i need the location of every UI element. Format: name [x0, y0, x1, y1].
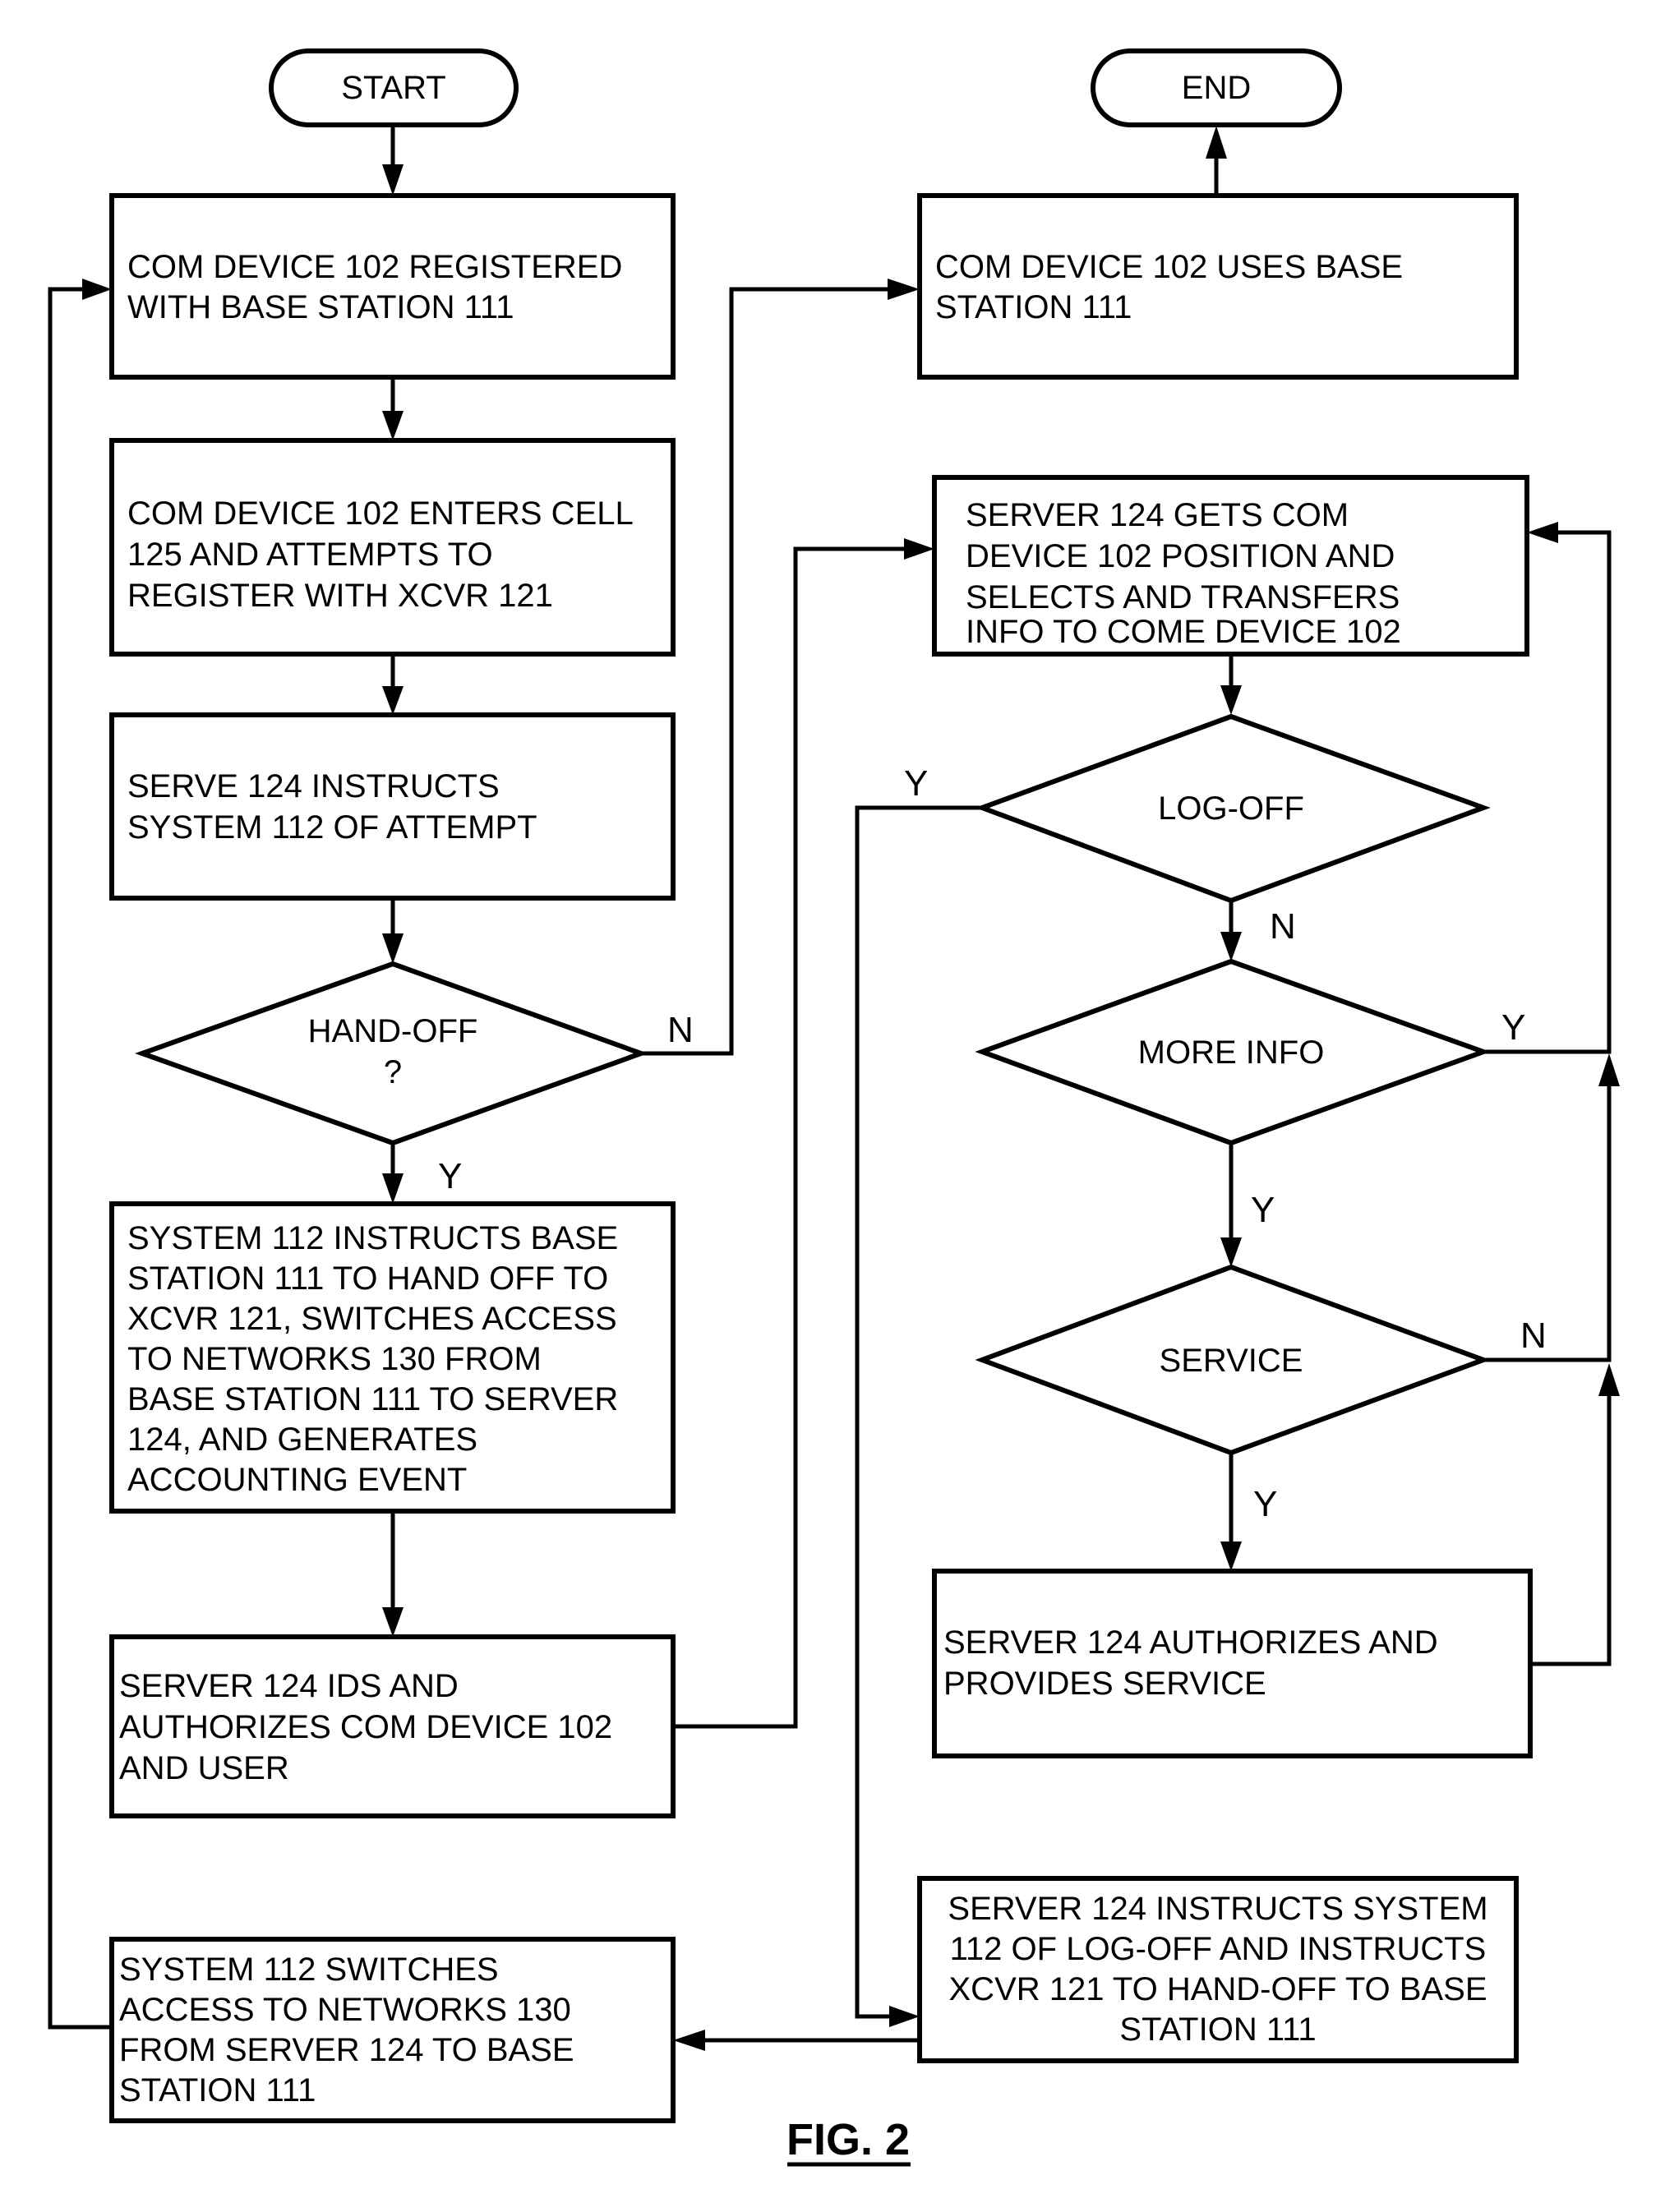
- step-server-gets-position: SERVER 124 GETS COM DEVICE 102 POSITION …: [932, 475, 1529, 657]
- decision-text: SERVICE: [1160, 1343, 1303, 1379]
- step-serve-instructs: SERVE 124 INSTRUCTS SYSTEM 112 OF ATTEMP…: [109, 712, 676, 901]
- step-text-line: COM DEVICE 102 USES BASE: [935, 249, 1403, 285]
- step-text-line: FROM SERVER 124 TO BASE: [119, 2032, 574, 2068]
- label-logoff-yes: Y: [904, 763, 928, 804]
- arrowhead: [382, 1173, 404, 1204]
- flowchart: START END COM DEVICE 102 REGISTERED WITH…: [48, 48, 1620, 2167]
- arrowhead: [382, 933, 404, 964]
- decision-more-info: MORE INFO: [975, 958, 1491, 1146]
- step-text-line: 125 AND ATTEMPTS TO: [127, 537, 493, 573]
- step-text-line: STATION 111 TO HAND OFF TO: [127, 1260, 608, 1297]
- step-text-line: SYSTEM 112 INSTRUCTS BASE: [127, 1220, 618, 1256]
- step-text-line: ACCOUNTING EVENT: [127, 1462, 467, 1498]
- step-text-line: 112 OF LOG-OFF AND INSTRUCTS: [950, 1931, 1487, 1967]
- step-server-authorizes: SERVER 124 AUTHORIZES AND PROVIDES SERVI…: [932, 1569, 1533, 1758]
- step-text-line: PROVIDES SERVICE: [943, 1666, 1266, 1702]
- step-text-line: TO NETWORKS 130 FROM: [127, 1341, 542, 1377]
- step-text-line: STATION 111: [119, 2072, 316, 2108]
- decision-hand-off: HAND-OFF ?: [135, 961, 648, 1146]
- arrowhead: [382, 411, 404, 440]
- arrowhead: [888, 279, 920, 300]
- terminal-start: START: [269, 48, 519, 127]
- arrowhead: [382, 686, 404, 715]
- terminal-end: END: [1091, 48, 1342, 127]
- step-text-line: BASE STATION 111 TO SERVER: [127, 1381, 618, 1417]
- arrowhead: [382, 1607, 404, 1637]
- step-text-line: STATION 111: [1119, 2012, 1316, 2048]
- end-label: END: [1182, 70, 1251, 106]
- connector-logoff-yes: [855, 805, 982, 2019]
- step-text-line: SYSTEM 112 OF ATTEMPT: [127, 809, 537, 846]
- arrowhead: [673, 2030, 705, 2051]
- connector-ids-to-gets-position: [673, 546, 908, 1729]
- decision-text: MORE INFO: [1138, 1035, 1325, 1071]
- arrowhead: [1220, 685, 1242, 715]
- arrowhead: [1598, 1363, 1620, 1396]
- step-text-line: 124, AND GENERATES: [127, 1422, 477, 1458]
- step-text-line: DEVICE 102 POSITION AND: [966, 538, 1395, 574]
- start-label: START: [341, 70, 445, 106]
- arrowhead: [1220, 1237, 1242, 1267]
- step-text-line: COM DEVICE 102 ENTERS CELL: [127, 495, 634, 532]
- label-logoff-no: N: [1270, 906, 1296, 947]
- step-server-ids: SERVER 124 IDS AND AUTHORIZES COM DEVICE…: [109, 1634, 676, 1818]
- step-text-line: COM DEVICE 102 REGISTERED: [127, 249, 622, 285]
- connector-handoff-no: [641, 287, 892, 1056]
- decision-text: LOG-OFF: [1158, 790, 1304, 827]
- step-text-line: INFO TO COME DEVICE 102: [966, 614, 1401, 650]
- step-system-instructs-handoff: SYSTEM 112 INSTRUCTS BASE STATION 111 TO…: [109, 1201, 676, 1514]
- step-text-line: SERVE 124 INSTRUCTS: [127, 768, 500, 804]
- arrowhead: [1220, 1541, 1242, 1571]
- connector-authorizes-back: [1530, 1394, 1612, 1666]
- decision-text: HAND-OFF: [308, 1013, 478, 1049]
- step-text-line: ACCESS TO NETWORKS 130: [119, 1992, 571, 2028]
- step-text-line: STATION 111: [935, 289, 1132, 325]
- arrowhead: [1598, 1053, 1620, 1086]
- connector-loop-to-registered: [48, 287, 112, 2030]
- label-service-yes: Y: [1253, 1484, 1277, 1524]
- step-text-line: XCVR 121, SWITCHES ACCESS: [127, 1301, 617, 1337]
- figure-caption: FIG. 2: [786, 2115, 911, 2167]
- step-text-line: SELECTS AND TRANSFERS: [966, 579, 1400, 615]
- step-text-line: REGISTER WITH XCVR 121: [127, 578, 553, 614]
- step-text-line: XCVR 121 TO HAND-OFF TO BASE: [949, 1971, 1487, 2007]
- decision-log-off: LOG-OFF: [975, 713, 1491, 904]
- arrowhead: [82, 279, 112, 300]
- arrowhead: [382, 164, 404, 196]
- step-registered-with-base: COM DEVICE 102 REGISTERED WITH BASE STAT…: [109, 193, 676, 380]
- label-more-info-yes-down: Y: [1251, 1190, 1275, 1230]
- step-enters-cell: COM DEVICE 102 ENTERS CELL 125 AND ATTEM…: [109, 438, 676, 657]
- label-handoff-yes: Y: [438, 1156, 462, 1196]
- label-service-no: N: [1520, 1316, 1547, 1356]
- step-system-switches-back: SYSTEM 112 SWITCHES ACCESS TO NETWORKS 1…: [109, 1937, 676, 2123]
- arrowhead: [1220, 932, 1242, 961]
- step-text-line: AUTHORIZES COM DEVICE 102: [119, 1709, 612, 1745]
- arrowhead: [889, 2006, 920, 2027]
- step-text-line: SERVER 124 INSTRUCTS SYSTEM: [948, 1891, 1487, 1927]
- step-server-instructs-logoff: SERVER 124 INSTRUCTS SYSTEM 112 OF LOG-O…: [917, 1876, 1519, 2063]
- step-text-line: WITH BASE STATION 111: [127, 289, 514, 325]
- step-text-line: SERVER 124 GETS COM: [966, 497, 1349, 533]
- step-text-line: SYSTEM 112 SWITCHES: [119, 1952, 499, 1988]
- arrowhead: [1206, 126, 1227, 159]
- step-text-line: SERVER 124 AUTHORIZES AND: [943, 1624, 1438, 1661]
- decision-text: ?: [384, 1054, 402, 1090]
- arrowhead: [904, 538, 934, 560]
- step-text-line: AND USER: [119, 1750, 289, 1786]
- arrowhead: [1527, 522, 1558, 543]
- decision-service: SERVICE: [975, 1264, 1491, 1456]
- step-text-line: SERVER 124 IDS AND: [119, 1668, 459, 1704]
- figure-caption-text: FIG. 2: [786, 2115, 910, 2164]
- step-uses-base-station: COM DEVICE 102 USES BASE STATION 111: [917, 193, 1519, 380]
- label-handoff-no: N: [667, 1010, 694, 1050]
- label-more-info-yes-right: Y: [1501, 1007, 1525, 1048]
